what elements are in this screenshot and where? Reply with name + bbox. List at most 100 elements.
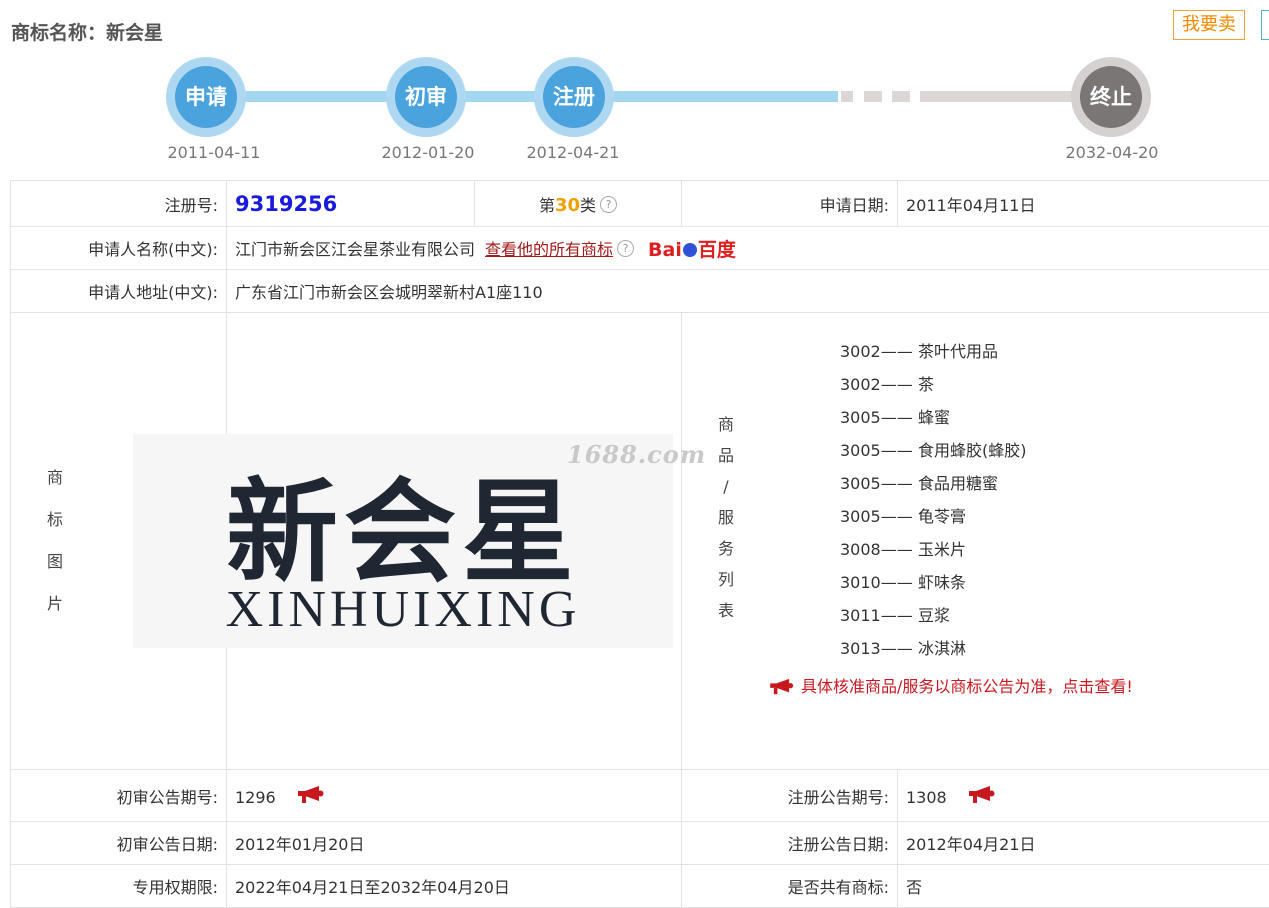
shared-value: 否 (898, 865, 1269, 908)
service-code: 3010—— (840, 569, 918, 597)
watermark: 1688.com (567, 440, 706, 469)
service-name: 茶 (918, 375, 934, 394)
service-name: 食用蜂胶(蜂胶) (918, 441, 1027, 460)
service-name: 蜂蜜 (918, 408, 950, 427)
service-code: 3005—— (840, 404, 918, 432)
help-icon[interactable]: ? (617, 240, 634, 257)
service-item: 3005——龟苓膏 (840, 503, 1027, 536)
class-cell: 第30类? (475, 181, 682, 227)
service-code: 3002—— (840, 371, 918, 399)
service-name: 豆浆 (918, 606, 950, 625)
service-item: 3013——冰淇淋 (840, 635, 1027, 668)
service-item: 3002——茶 (840, 371, 1027, 404)
services-label-char: 品 (712, 440, 740, 471)
address-value: 广东省江门市新会区会城明翠新村A1座110 (227, 270, 1269, 313)
service-code: 3005—— (840, 503, 918, 531)
timeline-node-apply: 申请 (166, 57, 246, 137)
logo-label-char: 商 (41, 457, 69, 499)
timeline-date: 2012-01-20 (363, 143, 493, 162)
page-title: 商标名称：新会星 (11, 18, 163, 45)
service-name: 食品用糖蜜 (918, 474, 998, 493)
service-item: 3005——食品用糖蜜 (840, 470, 1027, 503)
megaphone-icon (767, 678, 795, 696)
services-label-char: / (712, 471, 740, 502)
baidu-logo-text: Bai (648, 239, 682, 261)
logo-label-char: 标 (41, 499, 69, 541)
reg-no-label: 注册号: (11, 181, 227, 227)
reg-no-value: 9319256 (235, 192, 337, 216)
reg-date-label: 注册公告日期: (682, 822, 898, 865)
services-label: 商 品 / 服 务 列 表 (712, 409, 740, 626)
timeline-date: 2012-04-21 (508, 143, 638, 162)
services-label-char: 表 (712, 595, 740, 626)
class-suffix: 类 (580, 196, 596, 215)
service-item: 3008——玉米片 (840, 536, 1027, 569)
service-item: 3010——虾味条 (840, 569, 1027, 602)
timeline-date: 2011-04-11 (149, 143, 279, 162)
service-name: 虾味条 (918, 573, 966, 592)
timeline-date: 2032-04-20 (1047, 143, 1177, 162)
service-item: 3002——茶叶代用品 (840, 338, 1027, 371)
logo-label-char: 片 (41, 583, 69, 625)
timeline-node-label: 终止 (1080, 66, 1142, 128)
service-code: 3005—— (840, 470, 918, 498)
service-code: 3002—— (840, 338, 918, 366)
prelim-issue-label: 初审公告期号: (11, 770, 227, 822)
applicant-value: 江门市新会区江会星茶业有限公司 (235, 240, 475, 259)
prelim-issue-cell: 1296 (227, 770, 682, 822)
timeline-dash (892, 91, 910, 102)
logo-english-text: XINHUIXING (133, 580, 673, 639)
megaphone-icon[interactable] (295, 785, 325, 805)
reg-issue-value: 1308 (906, 788, 947, 807)
help-icon[interactable]: ? (600, 196, 617, 213)
service-code: 3013—— (840, 635, 918, 663)
service-code: 3011—— (840, 602, 918, 630)
service-code: 3005—— (840, 437, 918, 465)
services-notice-text: 具体核准商品/服务以商标公告为准，点击查看! (801, 677, 1133, 696)
services-list: 3002——茶叶代用品 3002——茶 3005——蜂蜜 3005——食用蜂胶(… (840, 338, 1027, 668)
prelim-issue-value: 1296 (235, 788, 276, 807)
view-all-trademarks-link[interactable]: 查看他的所有商标 (485, 240, 613, 259)
address-label: 申请人地址(中文): (11, 270, 227, 313)
service-item: 3011——豆浆 (840, 602, 1027, 635)
class-number: 30 (555, 195, 580, 216)
timeline-node-register: 注册 (534, 57, 614, 137)
logo-label-char: 图 (41, 541, 69, 583)
prelim-date-label: 初审公告日期: (11, 822, 227, 865)
timeline-node-label: 初审 (395, 66, 457, 128)
reg-issue-cell: 1308 (898, 770, 1269, 822)
prelim-date-value: 2012年01月20日 (227, 822, 682, 865)
service-item: 3005——蜂蜜 (840, 404, 1027, 437)
shared-label: 是否共有商标: (682, 865, 898, 908)
timeline-node-label: 申请 (175, 66, 237, 128)
reg-date-value: 2012年04月21日 (898, 822, 1269, 865)
applicant-label: 申请人名称(中文): (11, 227, 227, 270)
timeline-dash (841, 91, 853, 102)
service-item: 3005——食用蜂胶(蜂胶) (840, 437, 1027, 470)
services-notice-link[interactable]: 具体核准商品/服务以商标公告为准，点击查看! (767, 673, 1133, 697)
exclusive-term-value: 2022年04月21日至2032年04月20日 (227, 865, 682, 908)
timeline-progress-line (205, 91, 838, 102)
apply-date-value: 2011年04月11日 (898, 181, 1269, 227)
edge-button[interactable] (1261, 10, 1269, 40)
baidu-search-logo[interactable]: Bai 百度 (648, 235, 736, 262)
service-code: 3008—— (840, 536, 918, 564)
megaphone-icon[interactable] (966, 785, 996, 805)
class-prefix: 第 (539, 196, 555, 215)
baidu-logo-text: 百度 (698, 239, 736, 261)
timeline-node-terminate: 终止 (1071, 57, 1151, 137)
sell-button[interactable]: 我要卖 (1173, 10, 1245, 40)
service-name: 冰淇淋 (918, 639, 966, 658)
services-label-char: 服 (712, 502, 740, 533)
exclusive-term-label: 专用权期限: (11, 865, 227, 908)
apply-date-label: 申请日期: (682, 181, 898, 227)
timeline-dash (864, 91, 882, 102)
service-name: 茶叶代用品 (918, 342, 998, 361)
applicant-cell: 江门市新会区江会星茶业有限公司查看他的所有商标? Bai 百度 (227, 227, 1269, 270)
reg-issue-label: 注册公告期号: (682, 770, 898, 822)
services-label-char: 务 (712, 533, 740, 564)
services-label-char: 商 (712, 409, 740, 440)
timeline-node-prelim: 初审 (386, 57, 466, 137)
service-name: 玉米片 (918, 540, 966, 559)
baidu-paw-icon (683, 243, 697, 257)
